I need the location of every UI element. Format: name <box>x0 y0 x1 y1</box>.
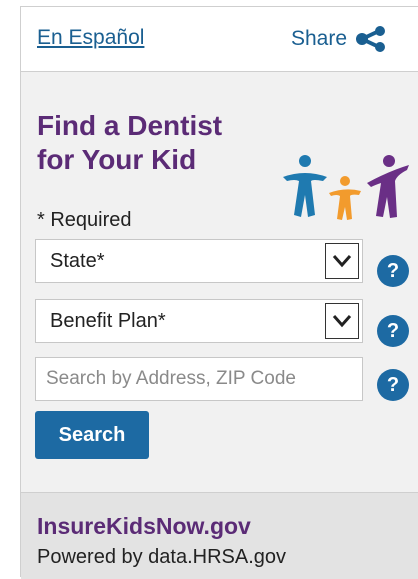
benefit-plan-select[interactable]: Benefit Plan* <box>35 299 363 343</box>
title-line-1: Find a Dentist <box>37 110 223 141</box>
widget-top-bar: En Español Share <box>21 7 418 72</box>
share-icon <box>356 26 386 52</box>
chevron-down-icon[interactable] <box>325 303 359 339</box>
state-select[interactable]: State* <box>35 239 363 283</box>
share-label: Share <box>291 27 348 50</box>
spanish-language-link[interactable]: En Español <box>37 26 144 50</box>
title-line-2: for Your Kid <box>37 144 197 175</box>
footer-brand-link[interactable]: InsureKidsNow.gov <box>37 513 251 540</box>
powered-by-text: Powered by data.HRSA.gov <box>37 546 287 568</box>
required-note: * Required <box>37 209 132 231</box>
widget-title: Find a Dentist for Your Kid <box>37 109 297 177</box>
address-search-input[interactable] <box>35 357 363 401</box>
search-button[interactable]: Search <box>35 411 149 459</box>
state-select-value: State* <box>50 250 105 272</box>
family-icon <box>283 155 409 220</box>
dentist-finder-widget: En Español Share Find a Dentist for Your… <box>20 6 418 579</box>
widget-footer: InsureKidsNow.gov Powered by data.HRSA.g… <box>21 492 418 579</box>
share-button[interactable]: Share <box>291 26 387 52</box>
chevron-down-icon[interactable] <box>325 243 359 279</box>
address-help-icon[interactable]: ? <box>377 369 409 401</box>
benefit-plan-help-icon[interactable]: ? <box>377 315 409 347</box>
benefit-plan-select-value: Benefit Plan* <box>50 310 166 332</box>
state-help-icon[interactable]: ? <box>377 255 409 287</box>
